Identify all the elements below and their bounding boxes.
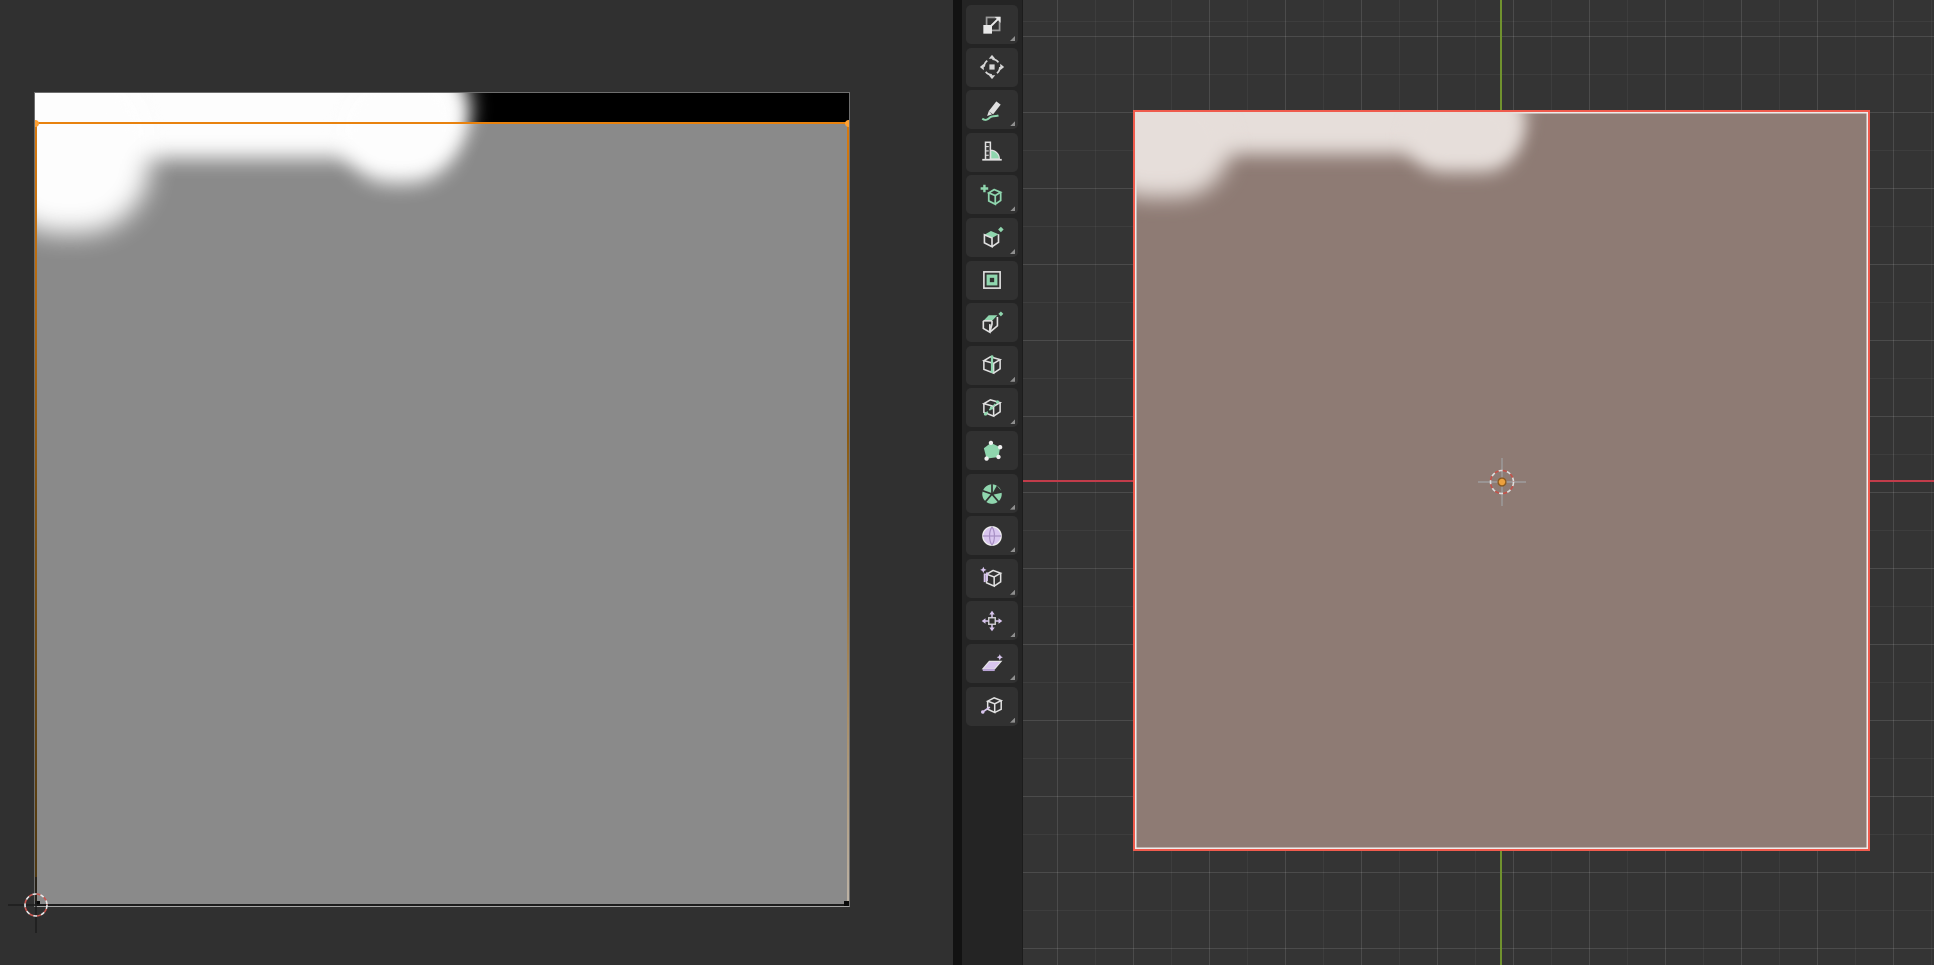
tool-group-corner [1010,249,1015,254]
painted-white-stroke [1133,110,1230,197]
tool-group-corner [1010,36,1015,41]
bevel-tool-icon [979,310,1005,336]
uv-edge-top-selected[interactable] [35,122,849,124]
measure-tool-button[interactable] [966,133,1018,172]
texture-image [34,92,850,907]
loop-cut-tool-icon [979,352,1005,378]
tool-group-corner [1010,547,1015,552]
edge-slide-tool-button[interactable] [966,559,1018,598]
smooth-tool-icon [979,523,1005,549]
edge-slide-tool-icon [979,565,1005,591]
transform-tool-button[interactable] [966,48,1018,87]
transform-tool-icon [979,54,1005,80]
tool-group-corner [1010,590,1015,595]
scale-tool-icon [979,12,1005,38]
add-cube-tool-button[interactable] [966,175,1018,214]
poly-build-tool-icon [979,438,1005,464]
3d-cursor[interactable] [1476,456,1528,508]
rip-region-tool-button[interactable] [966,687,1018,726]
inset-faces-tool-icon [979,267,1005,293]
poly-build-tool-button[interactable] [966,431,1018,470]
uv-vertex[interactable] [844,901,850,907]
scale-tool-button[interactable] [966,5,1018,44]
spin-tool-button[interactable] [966,474,1018,513]
annotate-tool-button[interactable] [966,90,1018,129]
tool-group-corner [1010,675,1015,680]
tool-group-corner [1010,377,1015,382]
uv-vertex-selected[interactable] [845,120,850,127]
spin-tool-icon [979,480,1005,506]
smooth-tool-button[interactable] [966,516,1018,555]
viewport-3d[interactable] [962,0,1934,965]
tool-group-corner [1010,632,1015,637]
shrink-fatten-tool-button[interactable] [966,601,1018,640]
measure-tool-icon [979,139,1005,165]
uv-edge-left[interactable] [35,123,37,906]
uv-2d-cursor[interactable] [8,877,64,933]
uv-image-editor[interactable] [0,0,953,965]
bevel-tool-button[interactable] [966,303,1018,342]
tool-group-corner [1010,718,1015,723]
shrink-fatten-tool-icon [979,608,1005,634]
tool-group-corner [1010,206,1015,211]
add-cube-tool-icon [979,182,1005,208]
painted-white-stroke [34,92,150,233]
toolbar [962,0,1023,965]
tool-group-corner [1010,121,1015,126]
app-window [0,0,1934,965]
painted-white-stroke [1407,110,1519,172]
painted-white-stroke [340,92,460,183]
uv-edge-right[interactable] [847,123,849,906]
annotate-tool-icon [979,97,1005,123]
knife-tool-icon [979,395,1005,421]
extrude-region-tool-icon [979,225,1005,251]
tool-group-corner [1010,505,1015,510]
rip-region-tool-icon [979,693,1005,719]
shear-tool-button[interactable] [966,644,1018,683]
extrude-region-tool-button[interactable] [966,218,1018,257]
uv-edge-bottom[interactable] [35,904,849,906]
loop-cut-tool-button[interactable] [966,346,1018,385]
tool-group-corner [1010,419,1015,424]
shear-tool-icon [979,651,1005,677]
inset-faces-tool-button[interactable] [966,261,1018,300]
knife-tool-button[interactable] [966,388,1018,427]
